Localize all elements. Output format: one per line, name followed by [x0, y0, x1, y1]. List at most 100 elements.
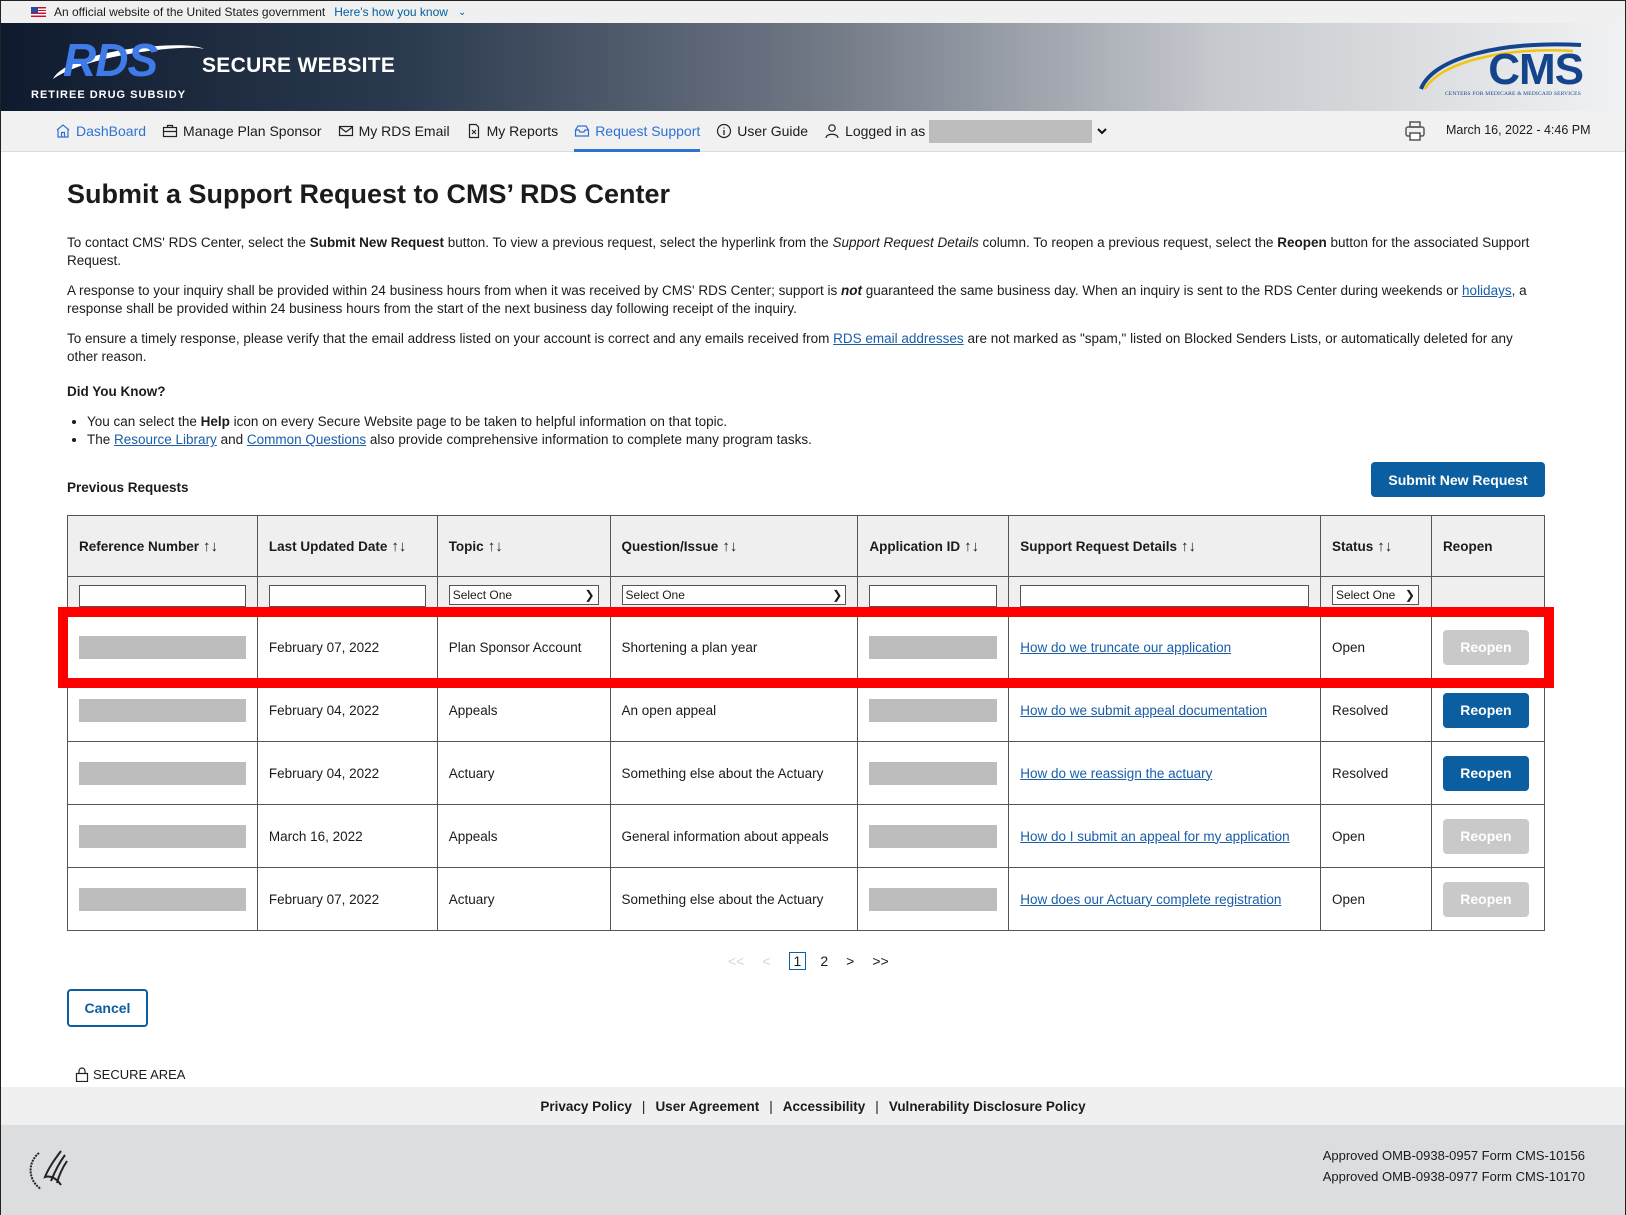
sort-icon[interactable]: ↑↓ [203, 538, 218, 555]
reopen-button[interactable]: Reopen [1442, 629, 1529, 665]
nav-item-my-rds-email[interactable]: My RDS Email [338, 111, 450, 152]
reopen-button[interactable]: Reopen [1442, 881, 1529, 917]
user-icon [825, 124, 839, 139]
cms-logo-letters: CMS [1488, 45, 1584, 94]
rds-email-addresses-link[interactable]: RDS email addresses [833, 331, 964, 346]
cancel-button[interactable]: Cancel [67, 989, 148, 1027]
column-header-last-updated-date[interactable]: Last Updated Date ↑↓ [256, 515, 438, 577]
page-2-button[interactable]: 2 [820, 953, 828, 969]
topic-filter-select[interactable]: Select One ❯ [448, 585, 599, 605]
vulnerability-disclosure-link[interactable]: Vulnerability Disclosure Policy [889, 1099, 1086, 1114]
reopen-cell: Reopen [1430, 741, 1546, 805]
column-header-question-issue[interactable]: Question/Issue ↑↓ [609, 515, 859, 577]
support-request-details-link[interactable]: How do I submit an appeal for my applica… [1020, 829, 1289, 844]
sort-icon[interactable]: ↑↓ [391, 538, 406, 555]
last-updated-date-filter-input[interactable] [268, 585, 426, 607]
text: column. To reopen a previous request, se… [978, 235, 1278, 250]
reopen-button[interactable]: Reopen [1442, 755, 1529, 791]
column-header-status[interactable]: Status ↑↓ [1319, 515, 1432, 577]
first-page-button[interactable]: << [728, 953, 744, 969]
table-row: February 07, 2022 Actuary Something else… [67, 867, 1546, 931]
privacy-policy-link[interactable]: Privacy Policy [540, 1099, 632, 1114]
topic-cell: Actuary [436, 741, 611, 805]
print-icon[interactable] [1404, 120, 1426, 142]
column-label: Reference Number [79, 538, 200, 554]
support-request-details-link[interactable]: How do we truncate our application [1020, 640, 1231, 655]
user-agreement-link[interactable]: User Agreement [655, 1099, 759, 1114]
column-label: Support Request Details [1020, 538, 1178, 554]
column-header-reference-number[interactable]: Reference Number ↑↓ [67, 515, 258, 577]
omb-approval: Approved OMB-0938-0957 Form CMS-10156 Ap… [1323, 1145, 1585, 1187]
next-page-button[interactable]: > [846, 953, 854, 969]
status-cell: Open [1319, 615, 1432, 679]
status-cell: Open [1319, 804, 1432, 868]
status-filter-select[interactable]: Select One ❯ [1331, 585, 1419, 605]
intro-paragraph: To contact CMS' RDS Center, select the S… [67, 234, 1547, 270]
filter-cell: Select One ❯ [436, 576, 611, 616]
cms-logo[interactable]: CMS CENTERS FOR MEDICARE & MEDICAID SERV… [1413, 39, 1584, 101]
resource-library-link[interactable]: Resource Library [114, 432, 217, 447]
last-page-button[interactable]: >> [872, 953, 888, 969]
site-title: SECURE WEBSITE [202, 54, 396, 77]
nav-item-label: My Reports [486, 123, 559, 139]
reopen-button[interactable]: Reopen [1442, 692, 1529, 728]
nav-item-my-reports[interactable]: My Reports [466, 111, 559, 152]
topic-cell: Plan Sponsor Account [436, 615, 611, 679]
select-value: Select One [1335, 588, 1396, 602]
divider: | [641, 1098, 646, 1114]
application-id-filter-input[interactable] [869, 585, 998, 607]
column-label: Application ID [869, 538, 961, 554]
support-request-details-link[interactable]: How do we submit appeal documentation [1020, 703, 1267, 718]
topic-cell: Appeals [436, 804, 611, 868]
column-header-application-id[interactable]: Application ID ↑↓ [857, 515, 1010, 577]
sort-icon[interactable]: ↑↓ [964, 538, 979, 555]
reference-number-cell [67, 867, 258, 931]
details-cell: How do we submit appeal documentation [1008, 678, 1321, 742]
common-questions-link[interactable]: Common Questions [247, 432, 366, 447]
user-menu[interactable]: Logged in as [824, 111, 1113, 152]
nav-item-user-guide[interactable]: User Guide [716, 111, 808, 152]
chevron-down-icon[interactable]: ⌄ [458, 7, 466, 18]
redacted-reference-number [79, 698, 246, 722]
question-cell: General information about appeals [609, 804, 859, 868]
chevron-down-icon: ❯ [832, 588, 843, 602]
sort-icon[interactable]: ↑↓ [1377, 538, 1392, 555]
support-request-details-link[interactable]: How do we reassign the actuary [1020, 766, 1212, 781]
nav-item-request-support[interactable]: Request Support [574, 111, 701, 152]
holidays-link[interactable]: holidays [1462, 283, 1512, 298]
sort-icon[interactable]: ↑↓ [488, 538, 503, 555]
application-id-cell [857, 615, 1010, 679]
column-header-topic[interactable]: Topic ↑↓ [436, 515, 611, 577]
question-issue-filter-select[interactable]: Select One ❯ [621, 585, 847, 605]
chevron-down-icon[interactable] [1096, 125, 1108, 137]
last-updated-date-cell: February 04, 2022 [256, 678, 438, 742]
last-updated-date-cell: February 07, 2022 [256, 615, 438, 679]
accessibility-link[interactable]: Accessibility [783, 1099, 866, 1114]
support-request-details-filter-input[interactable] [1020, 585, 1309, 607]
reopen-button[interactable]: Reopen [1442, 818, 1529, 854]
submit-new-request-button[interactable]: Submit New Request [1371, 462, 1545, 497]
reference-number-filter-input[interactable] [79, 585, 246, 607]
column-header-support-request-details[interactable]: Support Request Details ↑↓ [1008, 515, 1321, 577]
text-bold-italic: not [840, 283, 862, 298]
page-1-button[interactable]: 1 [788, 952, 807, 970]
nav-item-dashboard[interactable]: DashBoard [55, 111, 146, 152]
text-bold: Submit New Request [309, 235, 444, 250]
application-id-cell [857, 804, 1010, 868]
pagination: << < 1 2 > >> [728, 952, 907, 970]
sort-icon[interactable]: ↑↓ [722, 538, 737, 555]
reference-number-cell [67, 678, 258, 742]
nav-item-manage-plan-sponsor[interactable]: Manage Plan Sponsor [162, 111, 322, 152]
redacted-application-id [869, 635, 998, 659]
column-header-reopen: Reopen [1430, 515, 1546, 577]
filter-cell: Select One ❯ [1319, 576, 1432, 616]
sort-icon[interactable]: ↑↓ [1181, 538, 1196, 555]
rds-logo[interactable]: RDS Retiree Drug Subsidy [31, 37, 204, 107]
table-row: February 04, 2022 Appeals An open appeal… [67, 678, 1546, 742]
column-label: Reopen [1442, 538, 1493, 554]
prev-page-button[interactable]: < [762, 953, 770, 969]
support-request-details-link[interactable]: How does our Actuary complete registrati… [1020, 892, 1281, 907]
text: A response to your inquiry shall be prov… [67, 283, 841, 298]
how-you-know-link[interactable]: Here's how you know [334, 5, 448, 19]
main-nav: DashBoard Manage Plan Sponsor My RDS Ema… [1, 111, 1625, 152]
